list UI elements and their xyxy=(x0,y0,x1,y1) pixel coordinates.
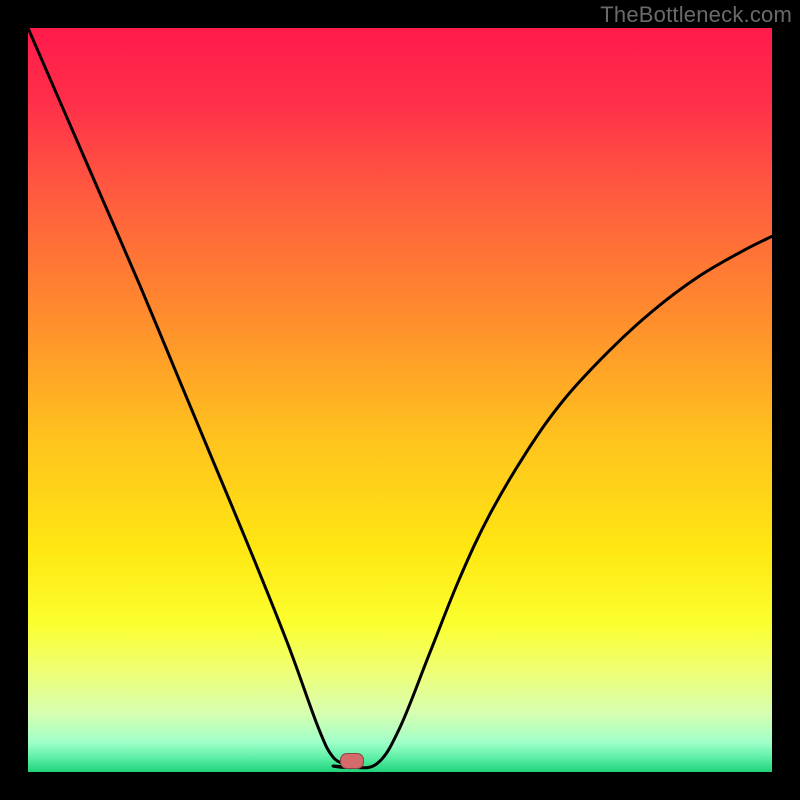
watermark-text: TheBottleneck.com xyxy=(600,2,792,28)
chart-plot-area xyxy=(28,28,772,772)
chart-frame: TheBottleneck.com xyxy=(0,0,800,800)
bottleneck-curve xyxy=(28,28,772,772)
optimum-marker xyxy=(340,753,364,769)
curve-path xyxy=(28,28,772,768)
